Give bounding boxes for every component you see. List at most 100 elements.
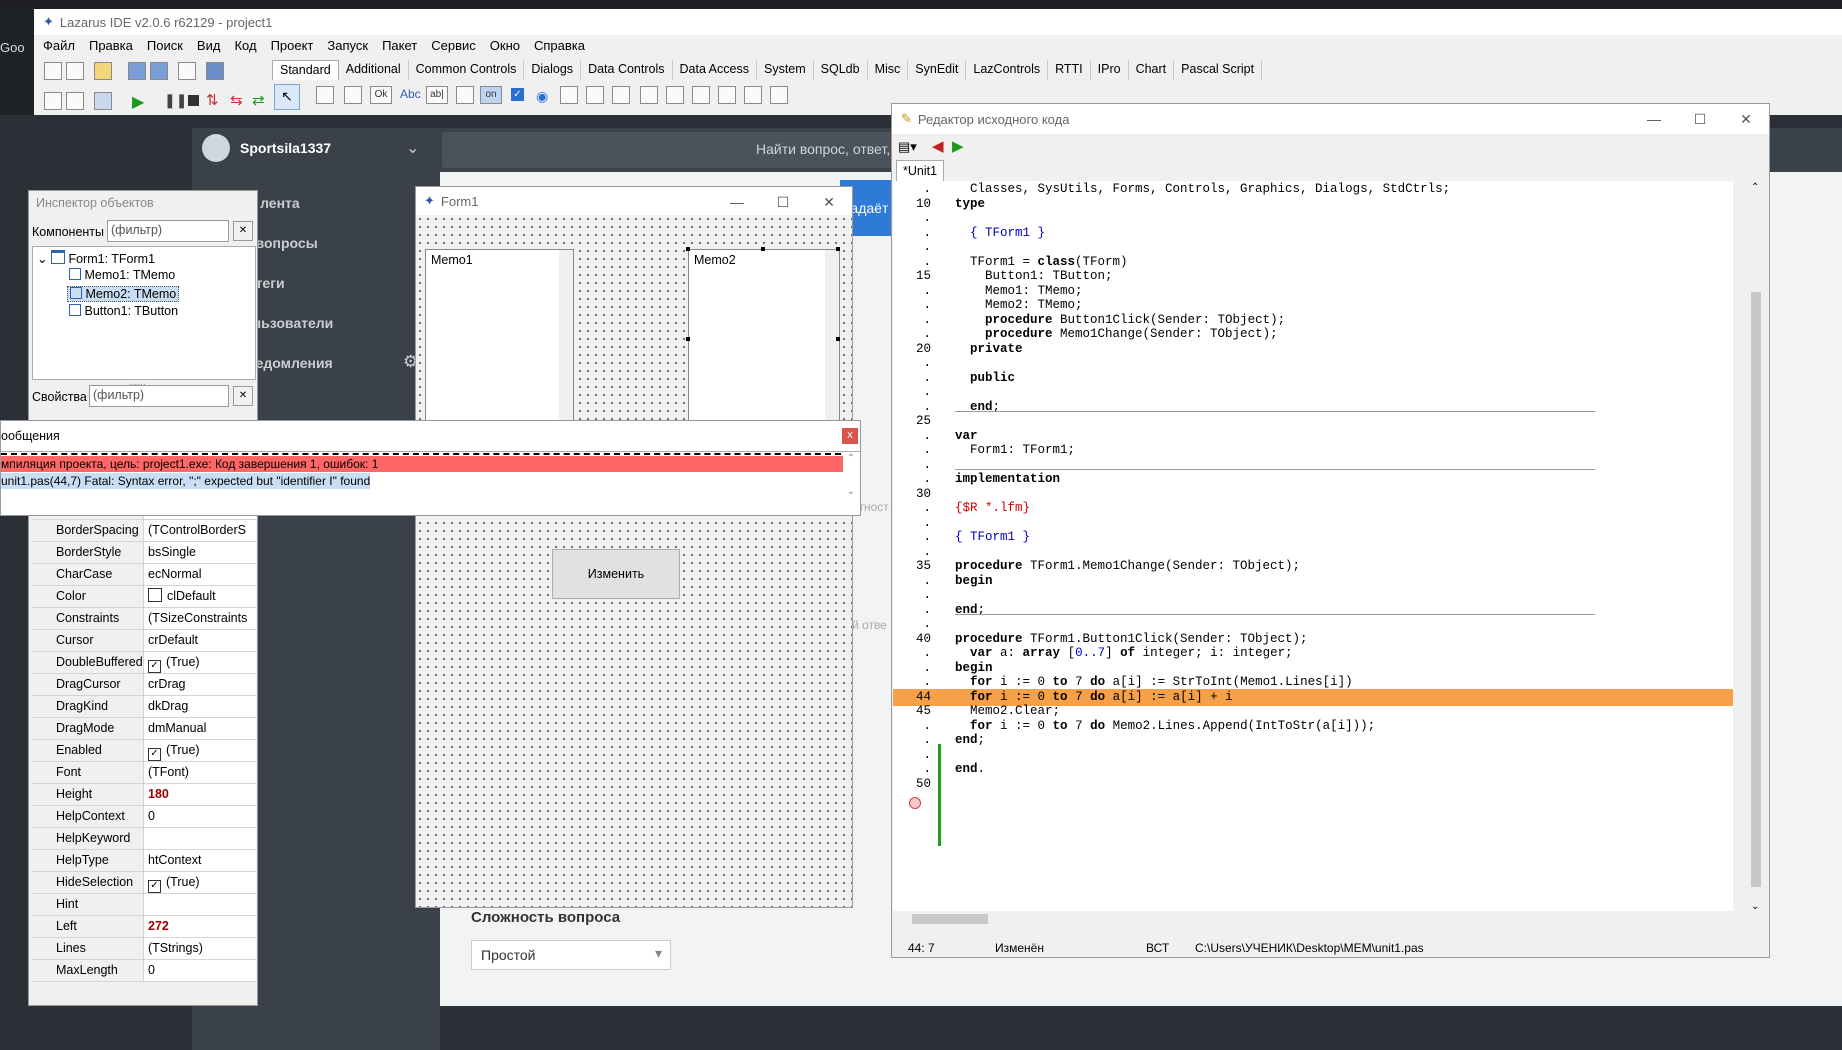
maximize-icon[interactable]: ☐: [1677, 104, 1723, 134]
selection-handle[interactable]: [761, 247, 765, 251]
property-value[interactable]: [144, 894, 256, 915]
tab-data-access[interactable]: Data Access: [673, 60, 757, 80]
new-unit-icon[interactable]: [44, 62, 62, 80]
change-button[interactable]: Изменить: [552, 549, 680, 599]
chevron-down-icon[interactable]: ⌄: [406, 138, 419, 158]
tab-pascal-script[interactable]: Pascal Script: [1174, 60, 1263, 80]
property-row[interactable]: HideSelection ✓ (True): [32, 872, 256, 894]
tab-system[interactable]: System: [757, 60, 814, 80]
tradiogroup-icon[interactable]: [666, 86, 684, 104]
tedit-icon[interactable]: ab|: [426, 86, 448, 104]
property-row[interactable]: MaxLength 0: [32, 960, 256, 982]
tree-node-button1[interactable]: Button1: TButton: [69, 304, 178, 318]
tab-standard[interactable]: Standard: [272, 60, 339, 80]
property-value[interactable]: [144, 828, 256, 849]
property-value[interactable]: (TStrings): [144, 938, 256, 959]
selection-handle[interactable]: [836, 247, 840, 251]
menu-run[interactable]: Запуск: [320, 38, 375, 58]
editor-vscrollbar[interactable]: ⌃ ⌄: [1748, 182, 1764, 912]
tpopupmenu-icon[interactable]: [344, 86, 362, 104]
props-filter-input[interactable]: (фильтр): [89, 385, 229, 407]
menu-tools[interactable]: Сервис: [424, 38, 483, 58]
tframe-icon[interactable]: [744, 86, 762, 104]
tgroupbox-icon[interactable]: [640, 86, 658, 104]
property-value[interactable]: 0: [144, 806, 256, 827]
property-row[interactable]: Hint: [32, 894, 256, 916]
property-row[interactable]: Lines (TStrings): [32, 938, 256, 960]
code-line[interactable]: 50: [893, 776, 1733, 793]
property-value[interactable]: (TFont): [144, 762, 256, 783]
back-arrow-icon[interactable]: ◀: [932, 137, 944, 155]
open-icon[interactable]: [94, 62, 112, 80]
tab-chart[interactable]: Chart: [1129, 60, 1175, 80]
tab-ipro[interactable]: IPro: [1091, 60, 1129, 80]
property-value[interactable]: crDrag: [144, 674, 256, 695]
save-icon[interactable]: [128, 62, 146, 80]
tab-common-controls[interactable]: Common Controls: [409, 60, 525, 80]
user-avatar[interactable]: [202, 134, 230, 162]
menu-edit[interactable]: Правка: [82, 38, 140, 58]
scroll-up-icon[interactable]: ⌃: [1751, 182, 1759, 193]
selection-handle[interactable]: [686, 247, 690, 251]
property-row[interactable]: Color clDefault: [32, 586, 256, 608]
forward-arrow-icon[interactable]: ▶: [952, 137, 964, 155]
property-row[interactable]: Left 272: [32, 916, 256, 938]
tab-data-controls[interactable]: Data Controls: [581, 60, 673, 80]
menu-code[interactable]: Код: [227, 38, 263, 58]
tcombobox-icon[interactable]: [586, 86, 604, 104]
components-filter-input[interactable]: (фильтр): [107, 220, 229, 242]
tab-sqldb[interactable]: SQLdb: [814, 60, 868, 80]
monitor-icon[interactable]: [206, 62, 224, 80]
toggle-form-icon[interactable]: [178, 62, 196, 80]
property-value[interactable]: clDefault: [144, 586, 256, 607]
property-row[interactable]: Height 180: [32, 784, 256, 806]
property-value[interactable]: ✓ (True): [144, 652, 256, 673]
property-row[interactable]: DragMode dmManual: [32, 718, 256, 740]
property-value[interactable]: crDefault: [144, 630, 256, 651]
close-icon[interactable]: ✕: [1723, 104, 1769, 134]
message-error-row[interactable]: мпиляция проекта, цель: project1.exe: Ко…: [1, 456, 843, 472]
clear-props-filter-icon[interactable]: ✕: [233, 386, 253, 406]
run-icon[interactable]: ▶: [132, 92, 144, 112]
property-row[interactable]: BorderStyle bsSingle: [32, 542, 256, 564]
property-row[interactable]: DragKind dkDrag: [32, 696, 256, 718]
pause-icon[interactable]: ❚❚: [164, 92, 187, 109]
property-row[interactable]: ›Font(TFont): [32, 498, 256, 784]
property-row[interactable]: Enabled ✓ (True): [32, 740, 256, 762]
selection-pointer-icon[interactable]: ↖: [274, 84, 300, 110]
left-tab-label[interactable]: Goo: [0, 40, 25, 55]
property-value[interactable]: (TControlBorderS: [144, 520, 256, 541]
ttogglebox-icon[interactable]: on: [480, 86, 502, 104]
selection-handle[interactable]: [836, 337, 840, 341]
property-value[interactable]: ✓ (True): [144, 872, 256, 893]
view-forms-icon[interactable]: [66, 92, 84, 110]
tlistbox-icon[interactable]: [560, 86, 578, 104]
property-row[interactable]: HelpKeyword: [32, 828, 256, 850]
editor-tab-unit1[interactable]: *Unit1: [896, 160, 945, 181]
tab-lazcontrols[interactable]: LazControls: [966, 60, 1049, 80]
property-row[interactable]: DragCursor crDrag: [32, 674, 256, 696]
menu-view[interactable]: Вид: [190, 38, 228, 58]
property-row[interactable]: ›Constraints(TSizeConstraints: [32, 498, 256, 630]
tab-misc[interactable]: Misc: [868, 60, 909, 80]
property-row[interactable]: CharCase ecNormal: [32, 564, 256, 586]
error-marker-icon[interactable]: [909, 797, 921, 809]
menu-file[interactable]: Файл: [36, 38, 82, 58]
property-value[interactable]: (TSizeConstraints: [144, 608, 256, 629]
tab-dialogs[interactable]: Dialogs: [524, 60, 582, 80]
tcheckgroup-icon[interactable]: [692, 86, 710, 104]
tactionlist-icon[interactable]: [770, 86, 788, 104]
tcheckbox-icon[interactable]: ✓: [511, 88, 524, 101]
tmainmenu-icon[interactable]: [316, 86, 334, 104]
menu-window[interactable]: Окно: [483, 38, 527, 58]
checkbox-icon[interactable]: ✓: [148, 660, 161, 673]
tbutton-icon[interactable]: Ok: [370, 86, 392, 104]
tscrollbar-icon[interactable]: [612, 86, 630, 104]
property-value[interactable]: ecNormal: [144, 564, 256, 585]
property-row[interactable]: Cursor crDefault: [32, 630, 256, 652]
property-value[interactable]: 0: [144, 960, 256, 981]
minimize-icon[interactable]: —: [714, 187, 760, 217]
stop-icon[interactable]: [188, 95, 199, 106]
menu-search[interactable]: Поиск: [140, 38, 190, 58]
tmemo-icon[interactable]: [456, 86, 474, 104]
